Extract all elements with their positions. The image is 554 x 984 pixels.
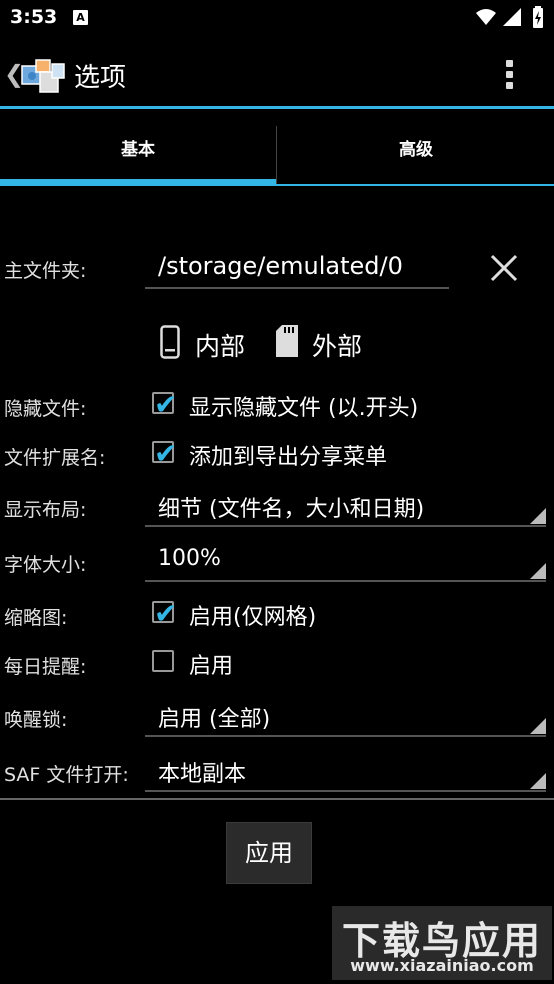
notification-a-icon: A xyxy=(73,10,88,25)
saf-open-underline xyxy=(145,790,546,792)
home-folder-label: 主文件夹: xyxy=(4,260,87,282)
wake-lock-underline xyxy=(145,735,546,737)
daily-reminder-label: 每日提醒: xyxy=(4,656,87,678)
home-folder-input[interactable]: /storage/emulated/0 xyxy=(158,252,403,280)
layout-underline xyxy=(145,525,546,527)
phone-icon[interactable] xyxy=(160,325,180,359)
battery-charging-icon xyxy=(533,6,543,28)
storage-external-button[interactable]: 外部 xyxy=(312,327,362,363)
status-time: 3:53 xyxy=(10,6,58,28)
wake-lock-spinner[interactable]: 启用 (全部) xyxy=(158,701,270,733)
wake-lock-label: 唤醒锁: xyxy=(4,709,68,731)
tab-selected-indicator xyxy=(0,179,276,186)
thumbnails-option[interactable]: 启用(仅网格) xyxy=(189,599,316,631)
storage-internal-button[interactable]: 内部 xyxy=(195,327,245,363)
overflow-menu-icon[interactable] xyxy=(500,56,520,92)
daily-reminder-checkbox[interactable] xyxy=(152,650,174,672)
thumbnails-checkbox[interactable]: ✔ xyxy=(152,597,178,630)
watermark-url: www.xiazainiao.com xyxy=(350,956,534,975)
dropdown-triangle-icon[interactable] xyxy=(530,773,546,789)
dropdown-triangle-icon[interactable] xyxy=(530,508,546,524)
font-size-label: 字体大小: xyxy=(4,554,87,576)
hidden-files-label: 隐藏文件: xyxy=(4,398,87,420)
saf-open-spinner[interactable]: 本地副本 xyxy=(158,756,246,788)
checkmark-icon: ✔ xyxy=(154,597,178,630)
dropdown-triangle-icon[interactable] xyxy=(530,718,546,734)
font-size-underline xyxy=(145,580,546,582)
sd-card-icon[interactable] xyxy=(276,325,298,357)
apply-button[interactable]: 应用 xyxy=(226,822,312,884)
action-bar-divider xyxy=(0,106,554,109)
checkmark-icon: ✔ xyxy=(154,388,178,421)
font-size-spinner[interactable]: 100% xyxy=(158,546,221,571)
app-logo-icon[interactable] xyxy=(20,52,68,96)
hidden-files-option[interactable]: 显示隐藏文件 (以.开头) xyxy=(189,390,418,422)
saf-open-label: SAF 文件打开: xyxy=(4,764,129,786)
close-icon[interactable] xyxy=(490,254,518,282)
tab-basic[interactable]: 基本 xyxy=(0,110,276,186)
wifi-icon xyxy=(476,9,496,25)
home-folder-underline xyxy=(145,287,449,289)
tab-underline xyxy=(276,184,554,186)
cellular-signal-icon xyxy=(503,8,521,26)
checkmark-icon: ✔ xyxy=(154,437,178,470)
hidden-files-checkbox[interactable]: ✔ xyxy=(152,388,178,421)
dropdown-triangle-icon[interactable] xyxy=(530,563,546,579)
page-title: 选项 xyxy=(74,63,127,93)
watermark: 下载鸟应用 www.xiazainiao.com xyxy=(332,906,552,980)
tab-divider xyxy=(276,126,277,184)
layout-spinner[interactable]: 细节 (文件名，大小和日期) xyxy=(158,491,424,523)
bottom-divider xyxy=(0,798,554,800)
file-ext-option[interactable]: 添加到导出分享菜单 xyxy=(189,439,387,471)
daily-reminder-option[interactable]: 启用 xyxy=(189,648,233,680)
file-ext-checkbox[interactable]: ✔ xyxy=(152,437,178,470)
layout-label: 显示布局: xyxy=(4,499,87,521)
tab-advanced[interactable]: 高级 xyxy=(278,110,554,186)
file-ext-label: 文件扩展名: xyxy=(4,447,106,469)
thumbnails-label: 缩略图: xyxy=(4,607,68,629)
